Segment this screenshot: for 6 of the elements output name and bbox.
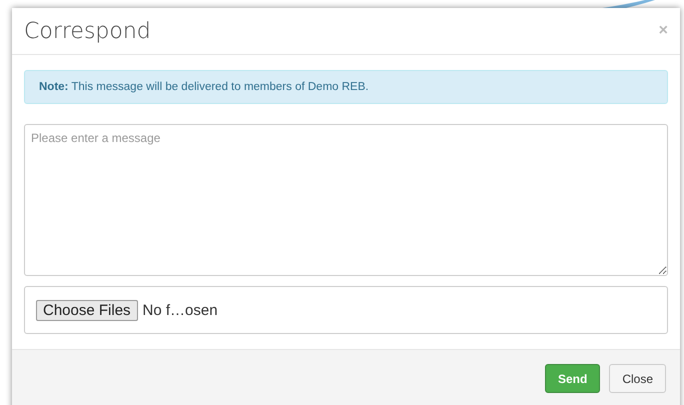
file-status: No f…osen [142, 302, 218, 318]
note-alert: Note: This message will be delivered to members of Demo REB. [24, 70, 668, 104]
dialog-title: Correspond [24, 18, 151, 44]
close-button[interactable]: Close [609, 364, 666, 393]
choose-files-button[interactable]: Choose Files [36, 300, 138, 320]
message-field[interactable]: Please enter a message [24, 124, 668, 276]
